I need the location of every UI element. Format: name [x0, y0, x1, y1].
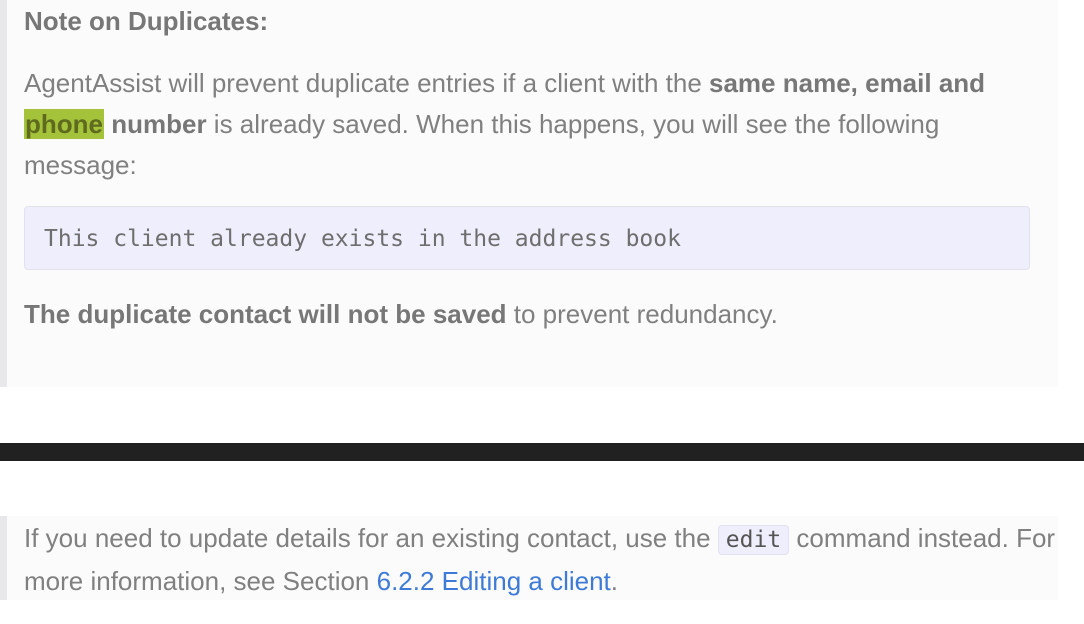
- search-highlight: phone: [24, 109, 104, 139]
- conclusion-bold: The duplicate contact will not be saved: [24, 299, 507, 329]
- duplicates-bold-number: number: [104, 109, 207, 139]
- conclusion-paragraph: The duplicate contact will not be saved …: [24, 294, 778, 335]
- edit-tip-text-1: If you need to update details for an exi…: [24, 523, 718, 553]
- conclusion-rest: to prevent redundancy.: [506, 299, 778, 329]
- section-divider: [0, 443, 1084, 461]
- duplicates-paragraph: AgentAssist will prevent duplicate entri…: [24, 63, 1044, 186]
- edit-tip-paragraph: If you need to update details for an exi…: [24, 518, 1064, 602]
- duplicate-message-text: This client already exists in the addres…: [44, 226, 681, 252]
- edit-tip-text-3: .: [610, 566, 619, 596]
- duplicate-message-code-block: This client already exists in the addres…: [24, 206, 1030, 270]
- editing-client-link[interactable]: 6.2.2 Editing a client: [377, 566, 611, 596]
- duplicates-intro-text: AgentAssist will prevent duplicate entri…: [24, 68, 710, 98]
- page: Note on Duplicates: AgentAssist will pre…: [0, 0, 1084, 624]
- edit-command-code: edit: [717, 525, 790, 555]
- duplicates-bold-fields: same name, email and: [709, 68, 986, 98]
- note-title: Note on Duplicates:: [24, 6, 269, 36]
